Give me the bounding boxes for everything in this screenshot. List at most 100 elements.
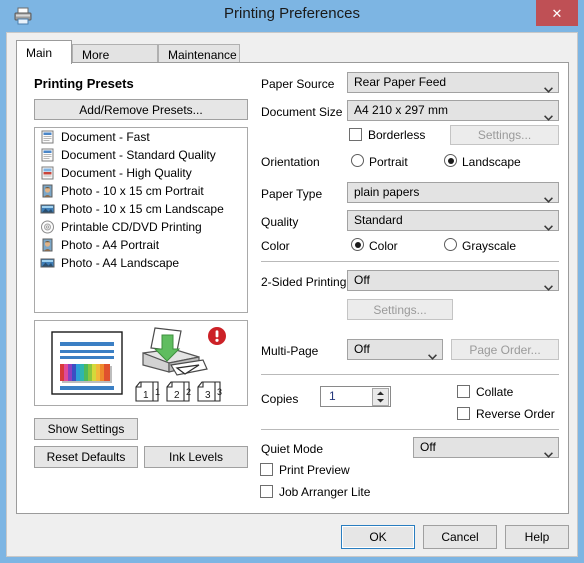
list-item-label: Document - High Quality [61, 166, 192, 180]
titlebar: Printing Preferences ✕ [0, 0, 584, 32]
multi-page-value: Off [354, 340, 420, 359]
multi-page-select[interactable]: Off [347, 339, 443, 360]
list-item[interactable]: Printable CD/DVD Printing [35, 218, 247, 236]
quiet-mode-label: Quiet Mode [261, 442, 323, 456]
list-item-label: Document - Standard Quality [61, 148, 216, 162]
document-size-select[interactable]: A4 210 x 297 mm [347, 100, 559, 121]
list-item[interactable]: Document - High Quality [35, 164, 247, 182]
tab-maintenance[interactable]: Maintenance [158, 44, 240, 62]
chevron-down-icon [544, 80, 553, 86]
copies-label: Copies [261, 392, 298, 406]
paper-source-select[interactable]: Rear Paper Feed [347, 72, 559, 93]
orientation-label: Orientation [261, 155, 320, 169]
add-remove-presets-button[interactable]: Add/Remove Presets... [34, 99, 248, 120]
orientation-portrait-label[interactable]: Portrait [369, 155, 408, 169]
orientation-radio-portrait[interactable] [351, 154, 364, 167]
reset-defaults-button[interactable]: Reset Defaults [34, 446, 138, 468]
list-item[interactable]: Document - Standard Quality [35, 146, 247, 164]
close-icon[interactable]: ✕ [536, 0, 578, 26]
chevron-down-icon [544, 218, 553, 224]
list-item[interactable]: Photo - A4 Landscape [35, 254, 247, 272]
list-item[interactable]: Document - Fast [35, 128, 247, 146]
preset-list[interactable]: Document - Fast Document - Standard Qual… [34, 127, 248, 313]
quality-value: Standard [354, 211, 536, 230]
list-item-label: Photo - A4 Portrait [61, 238, 159, 252]
cd-icon [40, 220, 55, 234]
chevron-down-icon [428, 347, 437, 353]
document-preview-icon [51, 331, 123, 398]
photo-landscape-icon [40, 202, 55, 216]
list-item-label: Printable CD/DVD Printing [61, 220, 202, 234]
ink-levels-button[interactable]: Ink Levels [144, 446, 248, 468]
multi-page-label: Multi-Page [261, 344, 318, 358]
paper-type-select[interactable]: plain papers [347, 182, 559, 203]
collate-checkbox[interactable] [457, 385, 470, 398]
svg-text:2: 2 [174, 390, 180, 401]
borderless-checkbox[interactable] [349, 128, 362, 141]
color-radio-grayscale[interactable] [444, 238, 457, 251]
two-sided-printing-value: Off [354, 271, 536, 290]
photo-portrait-icon [40, 184, 55, 198]
job-arranger-lite-label[interactable]: Job Arranger Lite [279, 485, 370, 499]
two-sided-settings-button[interactable]: Settings... [347, 299, 453, 320]
chevron-down-icon [544, 278, 553, 284]
orientation-landscape-label[interactable]: Landscape [462, 155, 521, 169]
tab-main[interactable]: Main [16, 40, 72, 64]
svg-text:2: 2 [186, 387, 191, 397]
ok-button[interactable]: OK [341, 525, 415, 549]
page-order-illustration: 1 1 2 2 3 3 [135, 379, 235, 408]
divider [261, 374, 559, 375]
copies-value: 1 [329, 389, 336, 403]
svg-text:3: 3 [217, 387, 222, 397]
print-preview-label[interactable]: Print Preview [279, 463, 350, 477]
paper-type-label: Paper Type [261, 187, 322, 201]
copies-spin-buttons[interactable] [372, 388, 389, 406]
print-preview-illustration: 1 1 2 2 3 3 [34, 320, 248, 406]
tab-more-options[interactable]: More Options [72, 44, 158, 62]
paper-source-value: Rear Paper Feed [354, 73, 536, 92]
svg-text:1: 1 [155, 387, 160, 397]
svg-text:3: 3 [205, 390, 211, 401]
job-arranger-lite-checkbox[interactable] [260, 485, 273, 498]
page-order-button[interactable]: Page Order... [451, 339, 559, 360]
document-icon [40, 130, 55, 144]
help-button[interactable]: Help [505, 525, 569, 549]
quiet-mode-value: Off [420, 438, 536, 457]
document-icon [40, 166, 55, 180]
two-sided-printing-select[interactable]: Off [347, 270, 559, 291]
show-settings-button[interactable]: Show Settings [34, 418, 138, 440]
window-title: Printing Preferences [0, 5, 584, 22]
document-icon [40, 148, 55, 162]
cancel-button[interactable]: Cancel [423, 525, 497, 549]
color-radio-color[interactable] [351, 238, 364, 251]
color-option-grayscale-label[interactable]: Grayscale [462, 239, 516, 253]
photo-landscape-icon [40, 256, 55, 270]
divider [261, 261, 559, 262]
photo-portrait-icon [40, 238, 55, 252]
borderless-settings-button[interactable]: Settings... [450, 125, 559, 145]
list-item[interactable]: Photo - A4 Portrait [35, 236, 247, 254]
borderless-label[interactable]: Borderless [368, 128, 425, 142]
printing-presets-heading: Printing Presets [34, 76, 134, 91]
reverse-order-checkbox[interactable] [457, 407, 470, 420]
copies-stepper[interactable]: 1 [320, 386, 391, 407]
list-item-label: Photo - A4 Landscape [61, 256, 179, 270]
document-size-label: Document Size [261, 105, 342, 119]
client-area: Main More Options Maintenance Printing P… [6, 32, 578, 557]
color-label: Color [261, 239, 290, 253]
print-preview-checkbox[interactable] [260, 463, 273, 476]
alert-icon [207, 326, 227, 349]
printing-preferences-window: Printing Preferences ✕ Main More Options… [0, 0, 584, 563]
quality-select[interactable]: Standard [347, 210, 559, 231]
quality-label: Quality [261, 215, 298, 229]
list-item[interactable]: Photo - 10 x 15 cm Portrait [35, 182, 247, 200]
list-item[interactable]: Photo - 10 x 15 cm Landscape [35, 200, 247, 218]
paper-source-label: Paper Source [261, 77, 334, 91]
divider [261, 429, 559, 430]
color-option-color-label[interactable]: Color [369, 239, 398, 253]
collate-label[interactable]: Collate [476, 385, 513, 399]
orientation-radio-landscape[interactable] [444, 154, 457, 167]
reverse-order-label[interactable]: Reverse Order [476, 407, 555, 421]
printer-illustration-icon [133, 325, 211, 384]
quiet-mode-select[interactable]: Off [413, 437, 559, 458]
